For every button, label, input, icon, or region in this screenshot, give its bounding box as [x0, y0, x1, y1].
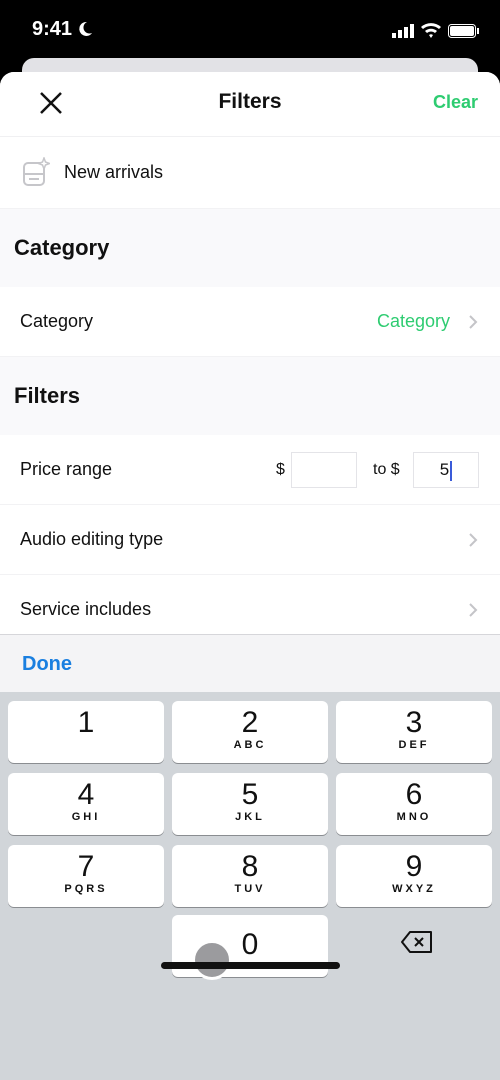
page-title: Filters [218, 90, 282, 113]
key-digit: 1 [77, 706, 95, 739]
new-arrivals-icon [23, 156, 50, 186]
clear-button[interactable]: Clear [433, 92, 478, 113]
key-6[interactable]: 6 MNO [336, 773, 492, 835]
audio-editing-type-row[interactable]: Audio editing type [0, 505, 500, 575]
text-cursor [450, 460, 453, 481]
battery-icon [448, 24, 479, 38]
max-price-input[interactable]: 5 [413, 452, 479, 488]
key-4[interactable]: 4 GHI [8, 773, 164, 835]
price-range-row: Price range $ to $ 5 [0, 435, 500, 505]
audio-editing-type-label: Audio editing type [20, 529, 164, 549]
key-digit: 7 [77, 850, 95, 883]
new-arrivals-row[interactable]: New arrivals [0, 137, 500, 209]
moon-icon [79, 21, 92, 36]
key-digit: 4 [77, 778, 95, 811]
key-letters: MNO [396, 811, 432, 823]
category-row[interactable]: Category Category [0, 287, 500, 357]
key-letters: PQRS [64, 883, 108, 895]
key-5[interactable]: 5 JKL [172, 773, 328, 835]
key-digit: 9 [405, 850, 423, 883]
key-letters: ABC [233, 739, 267, 751]
max-price-value: 5 [439, 460, 450, 479]
touch-indicator [192, 940, 232, 980]
key-digit: 3 [405, 706, 423, 739]
chevron-right-icon [469, 532, 478, 547]
min-price-input[interactable] [291, 452, 357, 488]
new-arrivals-label: New arrivals [64, 162, 164, 182]
key-letters: JKL [235, 811, 265, 823]
wifi-icon [421, 23, 441, 38]
section-title-category: Category [0, 209, 500, 287]
key-letters: TUV [234, 883, 266, 895]
key-8[interactable]: 8 TUV [172, 845, 328, 907]
chevron-right-icon [469, 602, 478, 617]
category-label: Category [20, 311, 94, 331]
max-price-prefix: to $ [373, 460, 400, 478]
status-bar: 9:41 [0, 0, 500, 60]
key-1[interactable]: 1 [8, 701, 164, 763]
key-letters: DEF [398, 739, 430, 751]
key-digit: 6 [405, 778, 423, 811]
status-time: 9:41 [32, 18, 73, 40]
key-digit: 2 [241, 706, 259, 739]
backspace-icon[interactable] [400, 930, 434, 954]
key-7[interactable]: 7 PQRS [8, 845, 164, 907]
key-letters: WXYZ [392, 883, 436, 895]
numeric-keyboard: 1 2 ABC 3 DEF 4 GHI 5 JKL 6 MNO 7 PQRS 8 TUV 9W… [0, 692, 500, 1080]
min-price-prefix: $ [276, 460, 285, 478]
category-value: Category [376, 311, 450, 331]
cellular-signal-icon [392, 24, 414, 38]
section-title-filters: Filters [0, 357, 500, 435]
key-3[interactable]: 3 DEF [336, 701, 492, 763]
key-letters: GHI [71, 811, 101, 823]
key-2[interactable]: 2 ABC [172, 701, 328, 763]
keyboard-accessory-bar: Done [0, 634, 500, 692]
nav-bar: Filters Clear [0, 72, 500, 137]
key-digit: 5 [241, 778, 259, 811]
key-9[interactable]: 9 WXYZ [336, 845, 492, 907]
price-range-label: Price range [20, 459, 113, 479]
chevron-right-icon [469, 314, 478, 329]
key-digit: 8 [241, 850, 259, 883]
home-indicator [161, 962, 340, 969]
done-button[interactable]: Done [22, 653, 72, 676]
service-includes-label: Service includes [20, 599, 152, 619]
